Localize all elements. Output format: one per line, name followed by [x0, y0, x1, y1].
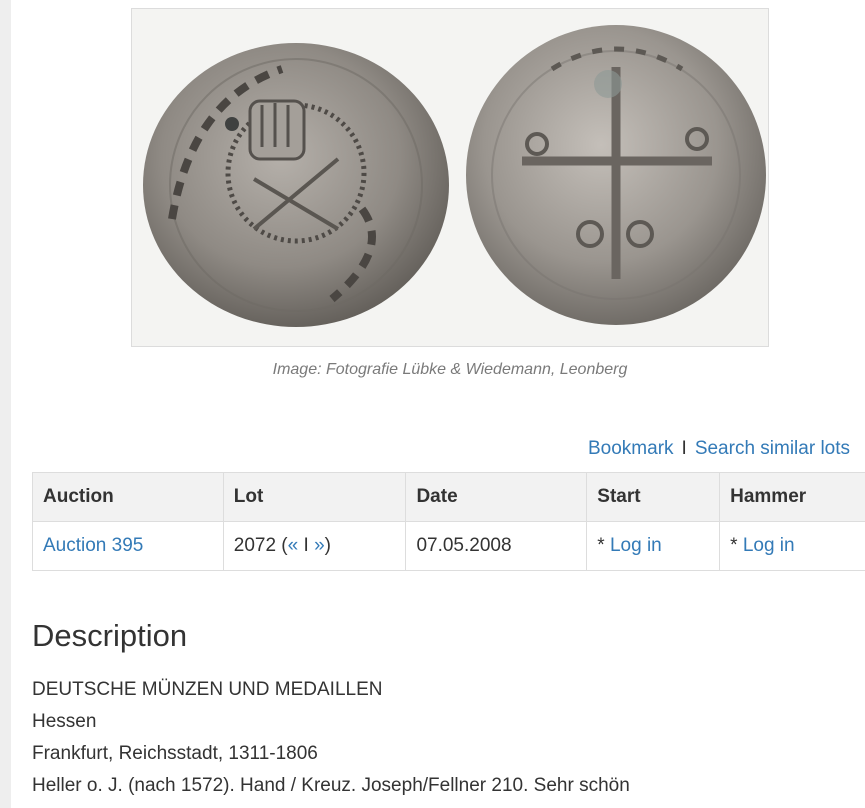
- cell-start: * Log in: [586, 521, 721, 571]
- previous-lot-link[interactable]: «: [288, 535, 299, 556]
- start-prefix: *: [597, 535, 610, 556]
- cell-auction: Auction 395: [32, 521, 224, 571]
- description-heading: Description: [32, 618, 188, 653]
- header-start: Start: [586, 472, 721, 522]
- description-line-detail: Heller o. J. (nach 1572). Hand / Kreuz. …: [32, 775, 630, 796]
- coin-reverse: [466, 25, 766, 325]
- table-header-row: Auction Lot Date Start Hammer: [32, 472, 865, 522]
- cell-lot: 2072 (« I »): [222, 521, 407, 571]
- lot-actions: Bookmark I Search similar lots: [588, 438, 850, 460]
- coin-obverse: [143, 43, 449, 327]
- description-line-category: DEUTSCHE MÜNZEN UND MEDAILLEN: [32, 679, 383, 700]
- coin-image: [131, 8, 769, 347]
- cell-hammer: * Log in: [719, 521, 865, 571]
- header-hammer: Hammer: [719, 472, 865, 522]
- actions-separator: I: [681, 438, 687, 459]
- cell-date: 07.05.2008: [405, 521, 588, 571]
- hammer-prefix: *: [730, 535, 743, 556]
- image-caption: Image: Fotografie Lübke & Wiedemann, Leo…: [272, 361, 628, 378]
- lot-nav-separator: I: [298, 535, 315, 556]
- description-line-mint: Frankfurt, Reichsstadt, 1311-1806: [32, 743, 318, 764]
- start-login-link[interactable]: Log in: [610, 535, 662, 556]
- auction-link[interactable]: Auction 395: [43, 535, 143, 556]
- search-similar-lots-link[interactable]: Search similar lots: [695, 438, 850, 459]
- description-line-region: Hessen: [32, 711, 97, 732]
- coin-photo: [132, 9, 768, 346]
- next-lot-link[interactable]: »: [314, 535, 325, 556]
- lot-number: 2072: [233, 535, 277, 556]
- lot-paren-close: ): [324, 535, 331, 556]
- header-date: Date: [405, 472, 588, 522]
- left-rail: [0, 0, 11, 808]
- lot-table: Auction Lot Date Start Hammer Auction 39…: [32, 472, 865, 571]
- bookmark-link[interactable]: Bookmark: [588, 438, 674, 459]
- header-auction: Auction: [32, 472, 224, 522]
- lot-paren-open: (: [276, 535, 288, 556]
- hammer-login-link[interactable]: Log in: [743, 535, 795, 556]
- table-row: Auction 395 2072 (« I ») 07.05.2008 * Lo…: [32, 521, 865, 571]
- header-lot: Lot: [222, 472, 407, 522]
